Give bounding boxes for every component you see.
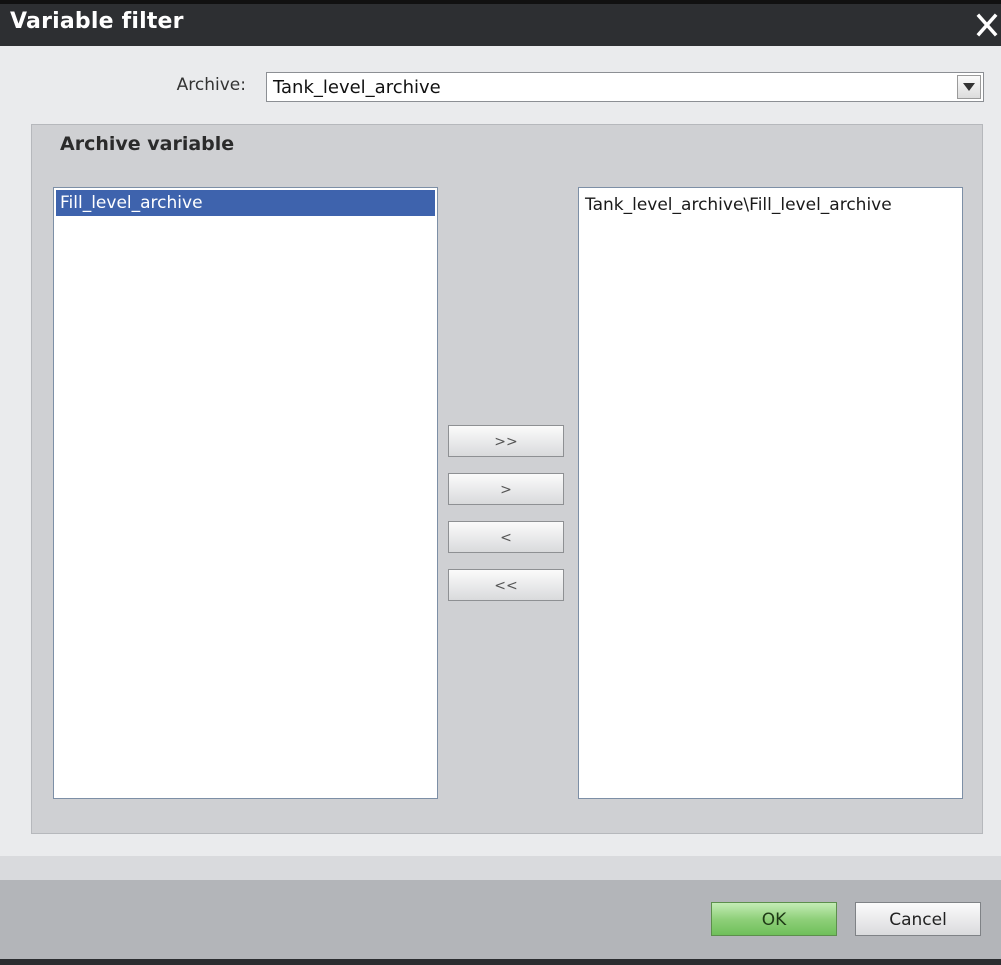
selected-variables-list[interactable]: Tank_level_archive\Fill_level_archive <box>578 187 963 799</box>
cancel-button[interactable]: Cancel <box>855 902 981 936</box>
archive-label: Archive: <box>176 75 246 95</box>
archive-select[interactable]: Tank_level_archive <box>266 72 984 102</box>
archive-variable-group: Archive variable Fill_level_archive >> >… <box>31 124 983 834</box>
list-item[interactable]: Tank_level_archive\Fill_level_archive <box>581 192 960 218</box>
title-bar[interactable]: Variable filter <box>0 0 1001 46</box>
add-selected-button[interactable]: > <box>448 473 564 505</box>
ok-button[interactable]: OK <box>711 902 837 936</box>
variable-filter-dialog: Variable filter Archive: Tank_level_arch… <box>0 0 1001 965</box>
remove-selected-button[interactable]: < <box>448 521 564 553</box>
footer-separator <box>0 856 1001 880</box>
archive-dropdown-button[interactable] <box>957 75 981 99</box>
dialog-footer: OK Cancel <box>0 880 1001 965</box>
chevron-down-icon <box>963 83 975 91</box>
list-item[interactable]: Fill_level_archive <box>56 190 435 216</box>
archive-row: Archive: Tank_level_archive <box>0 70 1001 104</box>
dialog-title: Variable filter <box>10 9 184 34</box>
remove-all-button[interactable]: << <box>448 569 564 601</box>
group-title: Archive variable <box>60 133 235 155</box>
available-variables-list[interactable]: Fill_level_archive <box>53 187 438 799</box>
close-button[interactable] <box>971 6 1001 42</box>
archive-selected-value: Tank_level_archive <box>273 77 441 98</box>
add-all-button[interactable]: >> <box>448 425 564 457</box>
close-icon <box>976 13 998 37</box>
